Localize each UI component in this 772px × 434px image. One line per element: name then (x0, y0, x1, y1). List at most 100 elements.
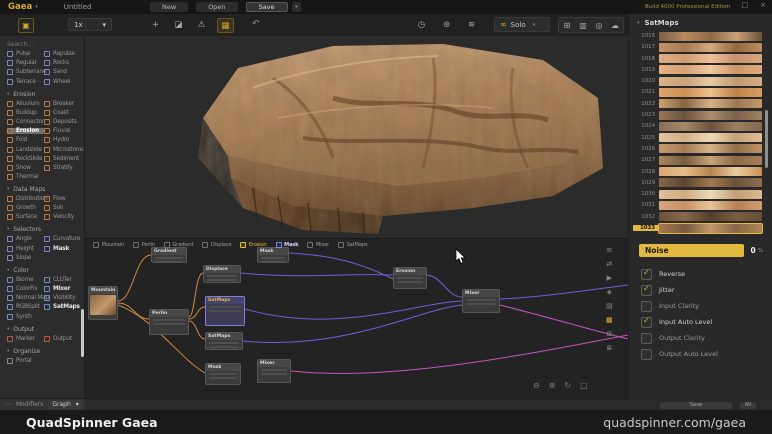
node-graph[interactable]: MountainPerlinGradientDisplaceErosionMas… (85, 238, 628, 401)
save-dropdown-caret[interactable]: ▾ (292, 2, 301, 12)
graph-tag-mask[interactable]: Mask (276, 242, 299, 248)
graph-node-mixer[interactable]: Mixer (257, 359, 291, 383)
close-icon[interactable]: × (760, 1, 766, 9)
satmap-row-1022[interactable]: 1022 (633, 99, 762, 109)
property-input-auto-level[interactable]: Input Auto Level (641, 314, 718, 330)
sidebar-item-rockslide[interactable]: RockSlide (7, 156, 44, 162)
satmap-row-1033[interactable]: 1033 (633, 223, 762, 233)
sidebar-item-cluter[interactable]: CLUTer (44, 277, 81, 283)
sidebar-item-colorfix[interactable]: ColorFix (7, 286, 44, 292)
sidebar-item-stratify[interactable]: Stratify (44, 165, 81, 171)
undo-icon[interactable]: ↶ (252, 19, 260, 29)
sidebar-item-biome[interactable]: Biome (7, 277, 44, 283)
satmap-row-1016[interactable]: 1016 (633, 31, 762, 41)
satmap-row-1023[interactable]: 1023 (633, 110, 762, 120)
sidebar-item-microstone[interactable]: Microstone… (44, 147, 81, 153)
sidebar-item-portal[interactable]: Portal (7, 358, 44, 364)
minimize-icon[interactable]: – (726, 1, 730, 9)
checkbox-jitter[interactable] (641, 285, 652, 296)
satmap-row-1029[interactable]: 1029 (633, 178, 762, 188)
sidebar-item-output[interactable]: Output (44, 336, 81, 342)
section-header-data-maps[interactable]: ▾Data Maps (7, 186, 84, 193)
graph-node-satmaps[interactable]: SatMaps (205, 332, 243, 350)
view-mode-dropdown[interactable]: Graph ▾ (48, 400, 82, 409)
gizmo-icon[interactable]: + (148, 18, 163, 31)
sidebar-item-wheel[interactable]: Wheel (44, 79, 81, 85)
sidebar-item-velocity[interactable]: Velocity (44, 214, 81, 220)
sidebar-item-satmaps[interactable]: SatMaps (44, 304, 81, 310)
search-input[interactable]: Search... (7, 41, 84, 48)
satmap-row-1019[interactable]: 1019 (633, 65, 762, 75)
property-output-clarity[interactable]: Output Clarity (641, 330, 718, 346)
satmap-row-1032[interactable]: 1032 (633, 212, 762, 222)
sidebar-item-sand[interactable]: Sand (44, 69, 81, 75)
snowfall-icon[interactable]: ⊛ (439, 18, 454, 31)
terrain-render[interactable] (183, 38, 613, 238)
checkbox-output-auto-level[interactable] (641, 349, 652, 360)
sidebar-item-regular[interactable]: Regular (7, 60, 44, 66)
checkbox-input-clarity[interactable] (641, 301, 652, 312)
section-header-organize[interactable]: ▾Organize (7, 348, 84, 355)
satmap-row-1026[interactable]: 1026 (633, 144, 762, 154)
box-icon[interactable]: ▦ (217, 18, 234, 33)
graph-node-mask[interactable]: Mask (257, 247, 289, 263)
sidebar-item-height[interactable]: Height (7, 246, 44, 252)
sidebar-item-marker[interactable]: Marker (7, 336, 44, 342)
graph-node-mixer[interactable]: Mixer (462, 289, 500, 313)
sidebar-item-curvature[interactable]: Curvature (44, 236, 81, 242)
zoom-in-icon[interactable]: ⊕ (549, 381, 556, 390)
graph-tag-mountain[interactable]: Mountain (93, 242, 124, 248)
list-icon[interactable]: ≣ (606, 345, 612, 352)
all-button[interactable]: All (740, 402, 756, 409)
sidebar-item-slope[interactable]: Slope (7, 255, 44, 261)
viewport-3d[interactable] (85, 36, 628, 238)
sidebar-item-fold[interactable]: Fold (7, 137, 44, 143)
satmap-row-1028[interactable]: 1028 (633, 167, 762, 177)
section-header-selectors[interactable]: ▾Selectors (7, 226, 84, 233)
sidebar-item-mask[interactable]: Mask (44, 246, 81, 252)
save-button[interactable]: Save (660, 402, 732, 409)
graph-tag-satmaps[interactable]: SatMaps (338, 242, 367, 248)
gaea-logo[interactable]: Gaea (8, 2, 32, 12)
select-icon[interactable]: ▶ (607, 275, 612, 282)
sidebar-item-snow[interactable]: Snow (7, 165, 44, 171)
sidebar-item-visibility[interactable]: Visibility (44, 295, 81, 301)
sidebar-item-erosion[interactable]: Erosion (7, 128, 44, 134)
sidebar-item-fluvial[interactable]: Fluvial (44, 128, 81, 134)
more-icon[interactable]: ⋯ (5, 401, 11, 408)
satmap-row-1030[interactable]: 1030 (633, 189, 762, 199)
graph-tag-perlin[interactable]: Perlin (133, 242, 155, 248)
checkbox-output-clarity[interactable] (641, 333, 652, 344)
sidebar-item-repulse[interactable]: Repulse (44, 51, 81, 57)
checkbox-reverse[interactable] (641, 269, 652, 280)
satmap-row-1021[interactable]: 1021 (633, 87, 762, 97)
sidebar-item-hydro[interactable]: Hydro (44, 137, 81, 143)
collapse-icon[interactable]: ≡ (606, 247, 612, 254)
sidebar-item-coast[interactable]: Coast (44, 110, 81, 116)
sidebar-item-thermal[interactable]: Thermal (7, 174, 44, 180)
section-header-color[interactable]: ▾Color (7, 267, 84, 274)
node-name-field[interactable]: Noise (639, 244, 744, 257)
palette-scrollbar[interactable] (765, 110, 768, 168)
sidebar-item-distribution[interactable]: Distribution (7, 196, 44, 202)
sidebar-item-alluvium[interactable]: Alluvium (7, 101, 44, 107)
sidebar-item-pulse[interactable]: Pulse (7, 51, 44, 57)
history-icon[interactable]: ◷ (414, 18, 429, 31)
sidebar-item-flow[interactable]: Flow (44, 196, 81, 202)
snapshot-icon[interactable]: ▦ (606, 317, 613, 324)
sidebar-item-breaker[interactable]: Breaker (44, 101, 81, 107)
satmap-row-1020[interactable]: 1020 (633, 76, 762, 86)
satmap-row-1025[interactable]: 1025 (633, 133, 762, 143)
checkbox-input-auto-level[interactable] (641, 317, 652, 328)
graph-node-displace[interactable]: Displace (203, 265, 241, 283)
fit-view-icon[interactable]: ▢ (580, 381, 588, 390)
zoom-out-icon[interactable]: ⊖ (533, 381, 540, 390)
sidebar-item-soil[interactable]: Soil (44, 205, 81, 211)
scale-dropdown[interactable]: 1x ▾ (68, 18, 112, 31)
satmap-row-1018[interactable]: 1018 (633, 54, 762, 64)
noise-value[interactable]: 0 (751, 246, 756, 255)
section-header-output[interactable]: ▾Output (7, 326, 84, 333)
refresh-icon[interactable]: ↻ (564, 381, 571, 390)
property-input-clarity[interactable]: Input Clarity (641, 298, 718, 314)
menu-button-save[interactable]: Save (246, 2, 288, 12)
